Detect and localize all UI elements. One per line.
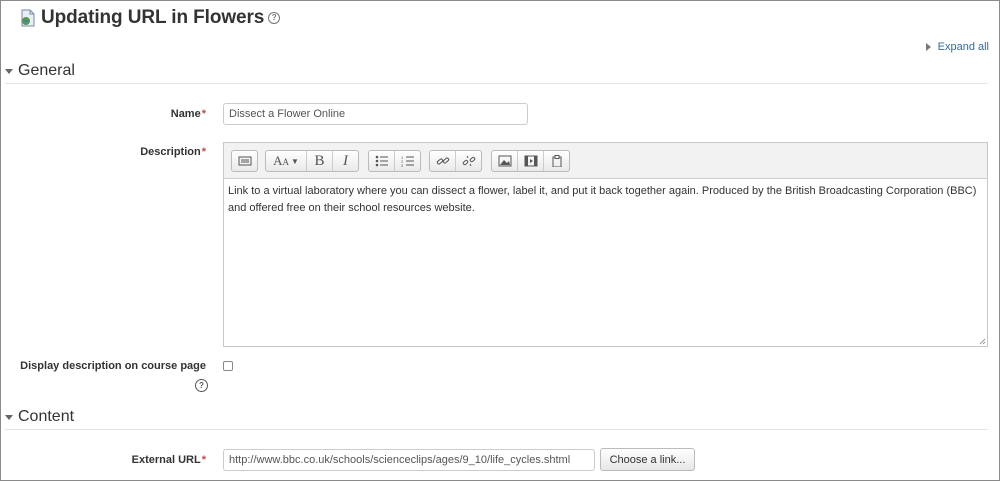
unordered-list-icon[interactable] bbox=[369, 151, 395, 171]
help-icon[interactable]: ? bbox=[195, 379, 208, 392]
section-general-header[interactable]: General bbox=[5, 59, 988, 84]
collapse-arrow-icon bbox=[5, 69, 13, 74]
name-input[interactable]: Dissect a Flower Online bbox=[223, 103, 528, 125]
section-content-header[interactable]: Content bbox=[5, 405, 988, 430]
help-icon[interactable]: ? bbox=[268, 12, 281, 24]
description-text[interactable]: Link to a virtual laboratory where you c… bbox=[224, 179, 987, 221]
expand-all-label: Expand all bbox=[937, 41, 989, 53]
toolbar-group-2: AA ▼ B I bbox=[265, 150, 359, 172]
url-resource-icon bbox=[21, 9, 35, 27]
unlink-icon[interactable] bbox=[456, 151, 481, 171]
page-title: Updating URL in Flowers bbox=[41, 7, 265, 28]
ordered-list-icon[interactable]: 123 bbox=[395, 151, 420, 171]
required-marker: * bbox=[201, 108, 206, 120]
svg-text:3: 3 bbox=[401, 163, 404, 167]
required-marker: * bbox=[201, 146, 206, 158]
link-icon[interactable] bbox=[430, 151, 456, 171]
resize-grip-icon[interactable] bbox=[979, 338, 986, 345]
external-url-input[interactable]: http://www.bbc.co.uk/schools/scienceclip… bbox=[223, 449, 595, 471]
bold-icon[interactable]: B bbox=[307, 151, 333, 171]
toolbar-group-4 bbox=[429, 150, 482, 172]
toolbar-group-1 bbox=[231, 150, 258, 172]
section-title-general: General bbox=[18, 62, 75, 79]
choose-link-button[interactable]: Choose a link... bbox=[600, 448, 695, 471]
expand-arrow-icon bbox=[925, 43, 931, 51]
description-editor[interactable]: AA ▼ B I 123 Link to a virtual laborator… bbox=[223, 142, 988, 347]
name-label: Name* bbox=[170, 108, 206, 120]
editor-toolbar: AA ▼ B I 123 bbox=[224, 143, 987, 179]
required-marker: * bbox=[201, 454, 206, 466]
media-icon[interactable] bbox=[518, 151, 544, 171]
expand-all-link[interactable]: Expand all bbox=[925, 41, 989, 53]
image-icon[interactable] bbox=[492, 151, 518, 171]
display-description-label: Display description on course page bbox=[20, 360, 206, 372]
description-label: Description* bbox=[140, 146, 206, 158]
section-title-content: Content bbox=[18, 408, 75, 425]
collapse-arrow-icon bbox=[5, 415, 13, 420]
toolbar-group-5 bbox=[491, 150, 570, 172]
toolbar-group-3: 123 bbox=[368, 150, 421, 172]
page-header: Updating URL in Flowers ? bbox=[20, 5, 281, 31]
paste-icon[interactable] bbox=[544, 151, 569, 171]
italic-icon[interactable]: I bbox=[333, 151, 358, 171]
font-style-icon[interactable]: AA ▼ bbox=[266, 151, 307, 171]
external-url-label: External URL* bbox=[131, 454, 206, 466]
toggle-toolbar-icon[interactable] bbox=[232, 151, 257, 171]
display-description-checkbox[interactable] bbox=[223, 361, 233, 371]
